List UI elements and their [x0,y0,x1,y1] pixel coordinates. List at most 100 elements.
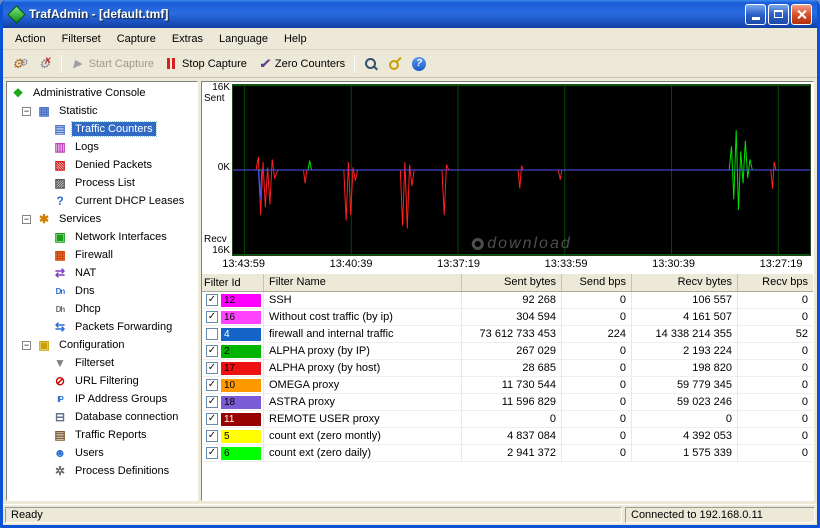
table-row-ssh[interactable]: ✓ 12 SSH 92 268 0 106 557 0 [202,292,813,309]
column-header-recv-bps[interactable]: Recv bps [738,274,813,291]
traffic-chart-svg [233,85,810,255]
tree-item-denied-packets[interactable]: ▧ Denied Packets [7,156,197,174]
menu-action[interactable]: Action [7,31,54,47]
filter-checkbox[interactable]: ✓ [206,345,218,357]
column-header-recv-bytes[interactable]: Recv bytes [632,274,738,291]
settings-button[interactable] [7,54,33,74]
tree-item-label: Packets Forwarding [75,321,173,333]
x-tick-13-33-59: 13:33:59 [544,258,588,270]
tree-item-nat[interactable]: ⇄ NAT [7,264,197,282]
tree-item-dns[interactable]: Dn Dns [7,282,197,300]
tree-item-label: Dhcp [75,303,101,315]
filter-checkbox[interactable]: ✓ [206,430,218,442]
send-bps-cell: 0 [562,427,632,445]
tree-expander-icon[interactable]: − [22,340,31,350]
column-header-filter-id[interactable]: Filter Id [202,274,264,291]
tree-item-database-connection[interactable]: ⊟ Database connection [7,408,197,426]
filter-checkbox[interactable] [206,328,218,340]
send-bps-cell: 0 [562,410,632,428]
tree-item-label: Denied Packets [75,159,153,171]
sent-bytes-cell: 11 730 544 [462,376,562,394]
table-row-alpha-proxy-by-host[interactable]: ✓ 17 ALPHA proxy (by host) 28 685 0 198 820 0 [202,359,813,377]
table-row-remote-user-proxy[interactable]: ✓ 11 REMOTE USER proxy 0 0 0 0 [202,410,813,428]
navigation-tree: ❖ Administrative Console − ▦ Statistic ▤ Traff… [6,81,198,501]
filter-checkbox[interactable]: ✓ [206,294,218,306]
menu-help[interactable]: Help [276,31,315,47]
tree-item-label: Firewall [75,249,113,261]
maximize-button[interactable] [768,3,789,25]
table-row-count-ext-zero-montly[interactable]: ✓ 5 count ext (zero montly) 4 837 084 0 4 392… [202,427,813,445]
table-row-omega-proxy[interactable]: ✓ 10 OMEGA proxy 11 730 544 0 59 779 345 0 [202,376,813,394]
tree-item-url-filtering[interactable]: ⊘ URL Filtering [7,372,197,390]
filter-checkbox[interactable]: ✓ [206,396,218,408]
filter-name-cell: Without cost traffic (by ip) [264,308,462,326]
tree-item-services[interactable]: − ✱ Services [7,210,197,228]
filter-color-badge: 18 [221,395,261,409]
tree-expander-icon[interactable]: − [22,214,31,224]
find-button[interactable] [359,54,383,74]
tree-item-traffic-counters[interactable]: ▤ Traffic Counters [7,120,197,138]
maximize-icon [774,10,783,18]
abort-capture-icon [38,57,52,71]
filter-checkbox[interactable]: ✓ [206,362,218,374]
tree-item-process-definitions[interactable]: ✲ Process Definitions [7,462,197,480]
table-row-astra-proxy[interactable]: ✓ 18 ASTRA proxy 11 596 829 0 59 023 246 0 [202,393,813,411]
tree-item-filterset[interactable]: ▼ Filterset [7,354,197,372]
tree-item-users[interactable]: ☻ Users [7,444,197,462]
tree-item-network-interfaces[interactable]: ▣ Network Interfaces [7,228,197,246]
send-bps-cell: 0 [562,342,632,360]
menu-language[interactable]: Language [211,31,276,47]
column-header-filter-name[interactable]: Filter Name [264,274,462,291]
filter-name-cell: count ext (zero montly) [264,427,462,445]
tree-item-firewall[interactable]: ▦ Firewall [7,246,197,264]
menu-capture[interactable]: Capture [109,31,164,47]
filterset-icon: ▼ [54,356,66,370]
tree-item-packets-forwarding[interactable]: ⇆ Packets Forwarding [7,318,197,336]
filter-checkbox[interactable]: ✓ [206,311,218,323]
tree-item-dhcp[interactable]: Dh Dhcp [7,300,197,318]
start-capture-button[interactable]: Start Capture [66,54,159,74]
app-icon [7,4,26,24]
red-traffic-line [233,156,810,229]
tree-item-process-list[interactable]: ▨ Process List [7,174,197,192]
filter-table-header: Filter Id Filter Name Sent bytes Send bps Re… [202,274,813,292]
column-header-sent-bytes[interactable]: Sent bytes [462,274,562,291]
filter-checkbox[interactable]: ✓ [206,447,218,459]
stop-capture-button[interactable]: Stop Capture [159,54,252,74]
key-button[interactable] [383,54,407,74]
tree-item-logs[interactable]: ▥ Logs [7,138,197,156]
zero-counters-button[interactable]: Zero Counters [252,54,350,74]
close-button[interactable] [791,3,812,25]
tree-item-statistic[interactable]: − ▦ Statistic [7,102,197,120]
tree-item-traffic-reports[interactable]: ▤ Traffic Reports [7,426,197,444]
toolbar-separator [354,54,356,73]
abort-capture-button[interactable] [33,54,57,74]
tree-item-configuration[interactable]: − ▣ Configuration [7,336,197,354]
firewall-icon: ▦ [54,248,66,262]
tree-item-current-dhcp-leases[interactable]: ? Current DHCP Leases [7,192,197,210]
tree-item-label: Network Interfaces [75,231,167,243]
tree-item-ip-address-groups[interactable]: IP IP Address Groups [7,390,197,408]
tree-item-label: Logs [75,141,99,153]
menu-filterset[interactable]: Filterset [54,31,109,47]
filter-name-cell: REMOTE USER proxy [264,410,462,428]
table-row-count-ext-zero-daily[interactable]: ✓ 6 count ext (zero daily) 2 941 372 0 1 575 … [202,444,813,462]
tree-item-administrative-console[interactable]: ❖ Administrative Console [7,84,197,102]
minimize-button[interactable] [745,3,766,25]
table-row-firewall-and-internal-traffic[interactable]: 4 firewall and internal traffic 73 612 733… [202,325,813,343]
recv-bytes-cell: 59 779 345 [632,376,738,394]
filter-name-cell: OMEGA proxy [264,376,462,394]
table-row-without-cost-traffic-by-ip[interactable]: ✓ 16 Without cost traffic (by ip) 304 594 0 4… [202,308,813,326]
main-area: ❖ Administrative Console − ▦ Statistic ▤ Traff… [3,78,817,504]
table-row-alpha-proxy-by-ip[interactable]: ✓ 2 ALPHA proxy (by IP) 267 029 0 2 193 224 0 [202,342,813,360]
filter-checkbox[interactable]: ✓ [206,413,218,425]
x-tick-13-30-39: 13:30:39 [652,258,695,270]
menu-extras[interactable]: Extras [164,31,211,47]
tree-expander-icon[interactable]: − [22,106,31,116]
filter-checkbox[interactable]: ✓ [206,379,218,391]
filter-id-cell: ✓ 6 [202,444,264,462]
y-label-zero: 0K [217,162,230,173]
recv-bps-cell: 52 [795,327,808,340]
help-button[interactable] [407,54,431,74]
column-header-send-bps[interactable]: Send bps [562,274,632,291]
